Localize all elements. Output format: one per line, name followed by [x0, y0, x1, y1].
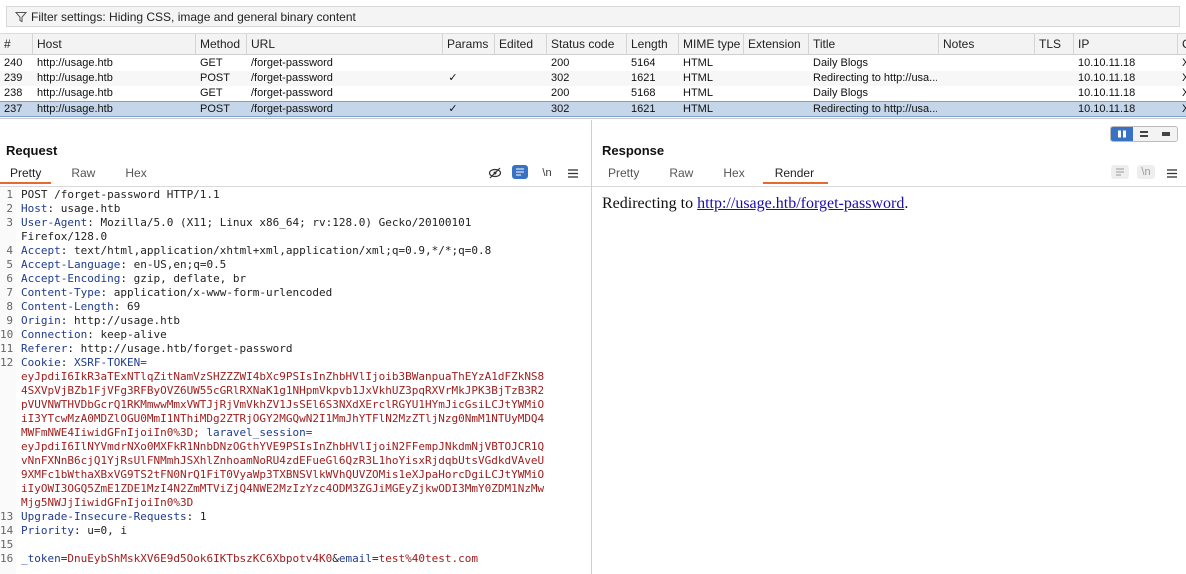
column-header-params[interactable]: Params — [443, 34, 495, 55]
tab-response-raw[interactable]: Raw — [649, 164, 707, 184]
cell-number: 239 — [4, 72, 23, 84]
column-header-number[interactable]: # — [0, 34, 33, 55]
cell-params: ✓ — [448, 72, 458, 84]
tab-request-raw[interactable]: Raw — [51, 164, 115, 184]
response-title: Response — [602, 143, 665, 158]
cell-host: http://usage.htb — [37, 87, 113, 99]
column-header-notes[interactable]: Notes — [939, 34, 1035, 55]
proxy-history-table: # Host Method URL Params Edited Status c… — [0, 33, 1186, 119]
filter-icon — [15, 11, 27, 22]
table-row-selected[interactable]: 237 http://usage.htb POST /forget-passwo… — [0, 101, 1186, 117]
redirect-link[interactable]: http://usage.htb/forget-password — [697, 195, 904, 212]
column-header-tls[interactable]: TLS — [1035, 34, 1074, 55]
column-header-mime-type[interactable]: MIME type — [679, 34, 744, 55]
column-header-ip[interactable]: IP — [1074, 34, 1178, 55]
cell-url: /forget-password — [251, 57, 333, 69]
cell-extra: X — [1178, 71, 1186, 86]
cell-extra: X — [1178, 86, 1186, 101]
response-render-view: Redirecting to http://usage.htb/forget-p… — [592, 186, 1186, 574]
cell-status: 302 — [551, 72, 570, 84]
cell-length: 1621 — [631, 72, 656, 84]
cell-mime: HTML — [683, 57, 713, 69]
table-header: # Host Method URL Params Edited Status c… — [0, 33, 1186, 55]
column-header-host[interactable]: Host — [33, 34, 196, 55]
cell-title: Redirecting to http://usa... — [813, 103, 937, 115]
show-newlines-disabled-icon[interactable]: \n — [1137, 165, 1155, 179]
cell-method: GET — [200, 87, 223, 99]
cell-extra: X — [1178, 102, 1186, 117]
request-panel: Request Pretty Raw Hex \n 1 POST /forget-… — [0, 120, 591, 574]
show-newlines-icon[interactable]: \n — [538, 166, 556, 180]
cell-mime: HTML — [683, 103, 713, 115]
response-panel: Response Pretty Raw Hex Render \n Redire… — [592, 120, 1186, 574]
cell-extra: X — [1178, 56, 1186, 71]
table-row[interactable]: 239 http://usage.htb POST /forget-passwo… — [0, 71, 1186, 86]
filter-settings-bar[interactable]: Filter settings: Hiding CSS, image and g… — [6, 6, 1180, 27]
column-header-method[interactable]: Method — [196, 34, 247, 55]
cell-status: 200 — [551, 57, 570, 69]
cell-status: 200 — [551, 87, 570, 99]
hide-non-printable-icon[interactable] — [486, 166, 504, 180]
menu-icon[interactable] — [564, 166, 582, 180]
response-menu-icon[interactable] — [1163, 166, 1181, 180]
cell-ip: 10.10.11.18 — [1078, 103, 1136, 115]
column-header-extension[interactable]: Extension — [744, 34, 809, 55]
cell-url: /forget-password — [251, 87, 333, 99]
cell-number: 237 — [4, 103, 23, 115]
cell-host: http://usage.htb — [37, 57, 113, 69]
cell-ip: 10.10.11.18 — [1078, 57, 1136, 69]
request-title: Request — [6, 143, 58, 158]
column-header-length[interactable]: Length — [627, 34, 679, 55]
cell-method: GET — [200, 57, 223, 69]
cell-params: ✓ — [448, 103, 458, 115]
response-tabs: Pretty Raw Hex Render — [598, 164, 829, 184]
layout-toggle — [1110, 126, 1178, 142]
layout-stacked-button[interactable] — [1133, 127, 1155, 141]
cell-mime: HTML — [683, 72, 713, 84]
wrap-lines-disabled-icon[interactable] — [1111, 165, 1129, 179]
tab-request-pretty[interactable]: Pretty — [0, 164, 52, 184]
cell-title: Daily Blogs — [813, 57, 869, 69]
cell-length: 5164 — [631, 57, 656, 69]
cell-mime: HTML — [683, 87, 713, 99]
cell-number: 238 — [4, 87, 23, 99]
wrap-lines-icon[interactable] — [512, 165, 528, 179]
column-header-edited[interactable]: Edited — [495, 34, 547, 55]
column-header-status-code[interactable]: Status code — [547, 34, 627, 55]
cell-params — [443, 56, 463, 71]
cell-method: POST — [200, 103, 230, 115]
cell-url: /forget-password — [251, 72, 333, 84]
render-text-end: . — [904, 195, 909, 212]
cell-method: POST — [200, 72, 230, 84]
cell-length: 5168 — [631, 87, 656, 99]
layout-tabs-button[interactable] — [1155, 127, 1177, 141]
cell-host: http://usage.htb — [37, 103, 113, 115]
tab-request-hex[interactable]: Hex — [115, 164, 156, 184]
cell-host: http://usage.htb — [37, 72, 113, 84]
column-header-cookies[interactable]: C — [1178, 34, 1186, 55]
filter-settings-label: Filter settings: Hiding CSS, image and g… — [31, 9, 356, 24]
tab-response-hex[interactable]: Hex — [707, 164, 762, 184]
column-header-url[interactable]: URL — [247, 34, 443, 55]
column-header-title[interactable]: Title — [809, 34, 939, 55]
render-text: Redirecting to — [602, 195, 698, 212]
tab-response-render[interactable]: Render — [762, 164, 829, 184]
request-editor[interactable]: 1 POST /forget-password HTTP/1.1 2 Host: u… — [0, 186, 591, 574]
cell-title: Daily Blogs — [813, 87, 869, 99]
table-row[interactable]: 238 http://usage.htb GET /forget-passwor… — [0, 86, 1186, 101]
cell-number: 240 — [4, 57, 23, 69]
cell-url: /forget-password — [251, 103, 333, 115]
cell-status: 302 — [551, 103, 570, 115]
cell-ip: 10.10.11.18 — [1078, 87, 1136, 99]
request-tabs: Pretty Raw Hex — [0, 164, 157, 184]
layout-side-by-side-button[interactable] — [1111, 127, 1133, 141]
cell-title: Redirecting to http://usa... — [813, 72, 937, 84]
tab-response-pretty[interactable]: Pretty — [598, 164, 649, 184]
cell-ip: 10.10.11.18 — [1078, 72, 1136, 84]
cell-length: 1621 — [631, 103, 656, 115]
table-row[interactable]: 240 http://usage.htb GET /forget-passwor… — [0, 56, 1186, 71]
cell-params — [443, 86, 463, 101]
